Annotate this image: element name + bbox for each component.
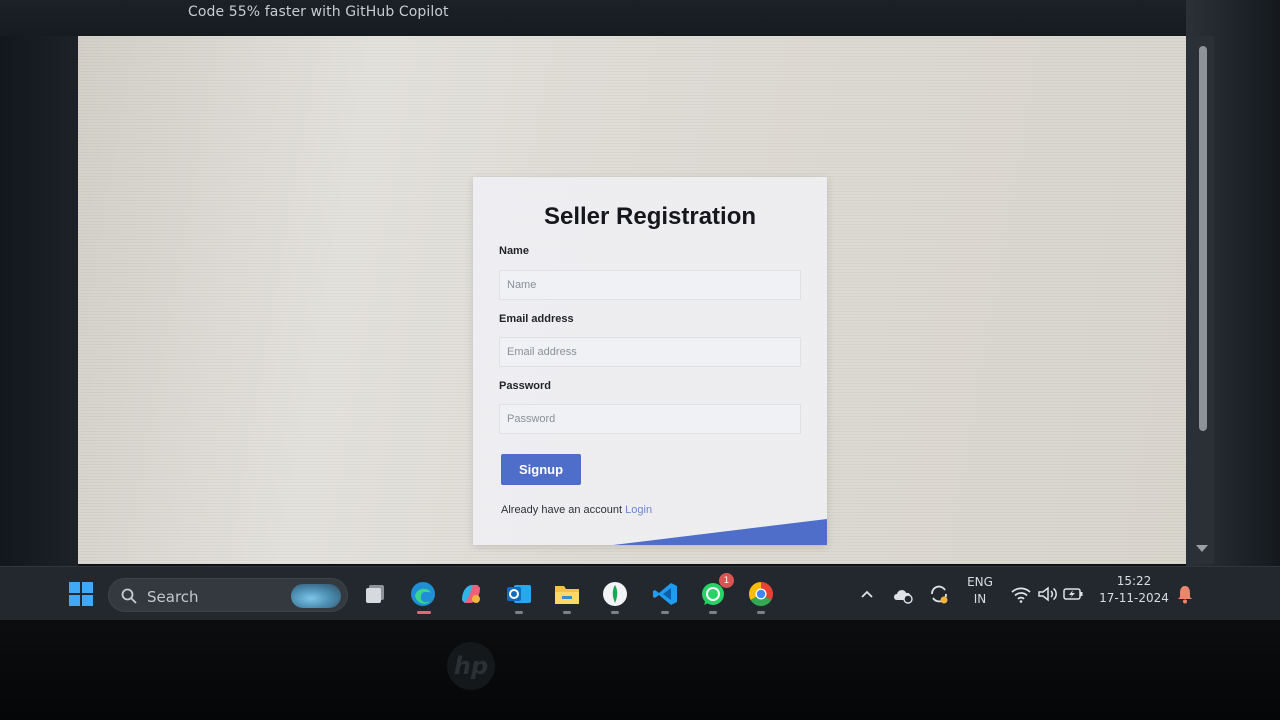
clock-time: 15:22: [1116, 574, 1152, 588]
language-code: ENG: [967, 575, 993, 589]
vertical-scrollbar[interactable]: [1190, 36, 1214, 564]
registration-card: Seller Registration Name Email address P…: [473, 177, 827, 545]
vscode-running-indicator: [661, 611, 669, 614]
outlook-icon[interactable]: [504, 579, 534, 614]
login-prompt-line: Already have an account Login: [501, 504, 652, 516]
left-screen-edge: [0, 36, 78, 566]
mongodb-compass-icon[interactable]: [600, 579, 630, 614]
laptop-bezel-bottom: [0, 620, 1280, 720]
onedrive-cloud-icon[interactable]: [888, 579, 918, 609]
battery-charging-icon[interactable]: [1058, 579, 1088, 609]
vscode-icon[interactable]: [650, 579, 680, 614]
email-label: Email address: [499, 313, 574, 325]
page-title: Seller Registration: [543, 203, 757, 230]
whatsapp-running-indicator: [709, 611, 717, 614]
taskbar: Search 1 ENG IN 15:22 17-11-2024: [0, 566, 1280, 620]
chrome-icon[interactable]: [746, 579, 776, 614]
login-link[interactable]: Login: [625, 504, 652, 516]
email-input[interactable]: [499, 337, 801, 367]
scrollbar-thumb[interactable]: [1199, 46, 1207, 431]
windows-start-icon[interactable]: [66, 579, 96, 609]
decorative-wedge: [613, 519, 827, 545]
clock-date: 17-11-2024: [1099, 591, 1169, 605]
chrome-running-indicator: [757, 611, 765, 614]
password-label: Password: [499, 380, 551, 392]
language-indicator[interactable]: ENG IN: [962, 575, 998, 606]
hp-logo-icon: hp: [447, 642, 495, 690]
name-label: Name: [499, 245, 529, 257]
whatsapp-icon[interactable]: 1: [698, 573, 734, 614]
whatsapp-notification-badge: 1: [719, 573, 734, 588]
search-highlight-image: [291, 584, 341, 608]
notification-bell-icon[interactable]: [1170, 579, 1200, 609]
search-icon: [121, 588, 137, 609]
scroll-down-arrow-icon[interactable]: [1196, 545, 1208, 552]
region-code: IN: [973, 592, 987, 606]
edge-active-indicator: [417, 611, 431, 614]
search-label: Search: [147, 588, 199, 606]
edge-icon[interactable]: [408, 579, 438, 614]
explorer-running-indicator: [563, 611, 571, 614]
password-input[interactable]: [499, 404, 801, 434]
browser-viewport: Seller Registration Name Email address P…: [78, 36, 1186, 564]
task-view-icon[interactable]: [360, 579, 390, 609]
compass-running-indicator: [611, 611, 619, 614]
copilot-icon[interactable]: [456, 579, 486, 609]
signup-button[interactable]: Signup: [501, 454, 581, 485]
github-copilot-banner[interactable]: Code 55% faster with GitHub Copilot: [188, 4, 449, 20]
file-explorer-icon[interactable]: [552, 579, 582, 614]
taskbar-search[interactable]: Search: [108, 578, 348, 612]
outlook-running-indicator: [515, 611, 523, 614]
show-hidden-icons-chevron-icon[interactable]: [852, 579, 882, 609]
name-input[interactable]: [499, 270, 801, 300]
sync-status-icon[interactable]: [924, 579, 954, 609]
login-prompt-text: Already have an account: [501, 504, 623, 516]
system-clock[interactable]: 15:22 17-11-2024: [1096, 574, 1172, 605]
